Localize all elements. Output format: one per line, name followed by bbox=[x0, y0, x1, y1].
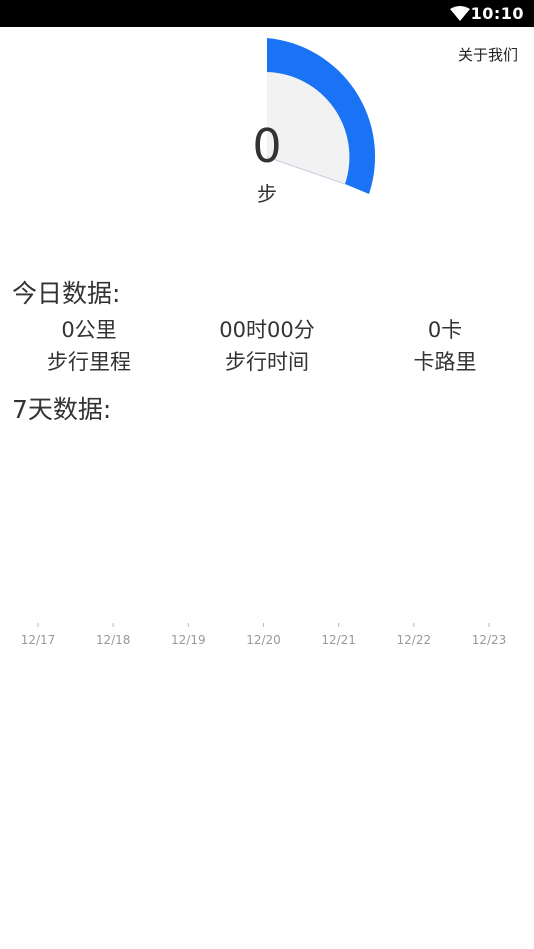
chart-x-tick-label: 12/21 bbox=[321, 633, 356, 647]
stat-calories: 0卡 卡路里 bbox=[365, 314, 525, 378]
step-count: 0 bbox=[252, 119, 282, 173]
stat-time-value: 00时00分 bbox=[219, 318, 315, 342]
wifi-icon bbox=[450, 6, 470, 21]
chart-x-tick-label: 12/19 bbox=[171, 633, 206, 647]
chart-x-tick-label: 12/23 bbox=[472, 633, 507, 647]
stat-calories-value: 0卡 bbox=[427, 318, 463, 342]
today-data-title: 今日数据: bbox=[12, 279, 121, 308]
chart-x-tick-label: 12/22 bbox=[397, 633, 432, 647]
chart-x-tick-label: 12/18 bbox=[96, 633, 131, 647]
status-bar: 10:10 bbox=[0, 0, 534, 27]
week-chart: 12/17 12/18 12/19 12/20 12/21 12/22 12/23 bbox=[21, 623, 507, 647]
week-data-title: 7天数据: bbox=[12, 395, 112, 424]
chart-x-tick-label: 12/20 bbox=[246, 633, 281, 647]
stat-distance-label: 步行里程 bbox=[47, 350, 131, 374]
step-unit: 步 bbox=[257, 182, 277, 206]
chart-x-tick-label: 12/17 bbox=[21, 633, 56, 647]
stat-calories-label: 卡路里 bbox=[413, 350, 477, 374]
stat-distance: 0公里 步行里程 bbox=[9, 314, 169, 378]
stat-time-label: 步行时间 bbox=[225, 350, 309, 374]
stat-distance-value: 0公里 bbox=[61, 318, 117, 342]
stat-time: 00时00分 步行时间 bbox=[187, 314, 347, 378]
status-time: 10:10 bbox=[470, 4, 524, 23]
